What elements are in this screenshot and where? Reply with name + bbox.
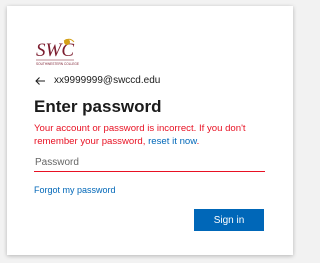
svg-text:SOUTHWESTERN COLLEGE: SOUTHWESTERN COLLEGE (36, 62, 79, 66)
account-email: xx9999999@swccd.edu (54, 75, 161, 86)
error-text: Your account or password is incorrect. I… (34, 123, 246, 147)
page-title: Enter password (34, 97, 162, 116)
error-suffix: . (196, 136, 200, 147)
page-background: SWC SOUTHWESTERN COLLEGE xx9999999@swccd… (0, 0, 300, 263)
sign-in-card: SWC SOUTHWESTERN COLLEGE xx9999999@swccd… (7, 6, 293, 255)
forgot-password-link[interactable]: Forgot my password (34, 184, 116, 196)
identity-row: xx9999999@swccd.edu (34, 74, 160, 88)
swc-logo: SWC SOUTHWESTERN COLLEGE (36, 38, 79, 66)
error-message: Your account or password is incorrect. I… (34, 122, 274, 148)
arrow-left-icon[interactable] (34, 75, 46, 87)
password-input[interactable] (34, 153, 265, 172)
reset-password-link[interactable]: reset it now (148, 136, 197, 147)
sign-in-button[interactable]: Sign in (194, 209, 264, 231)
